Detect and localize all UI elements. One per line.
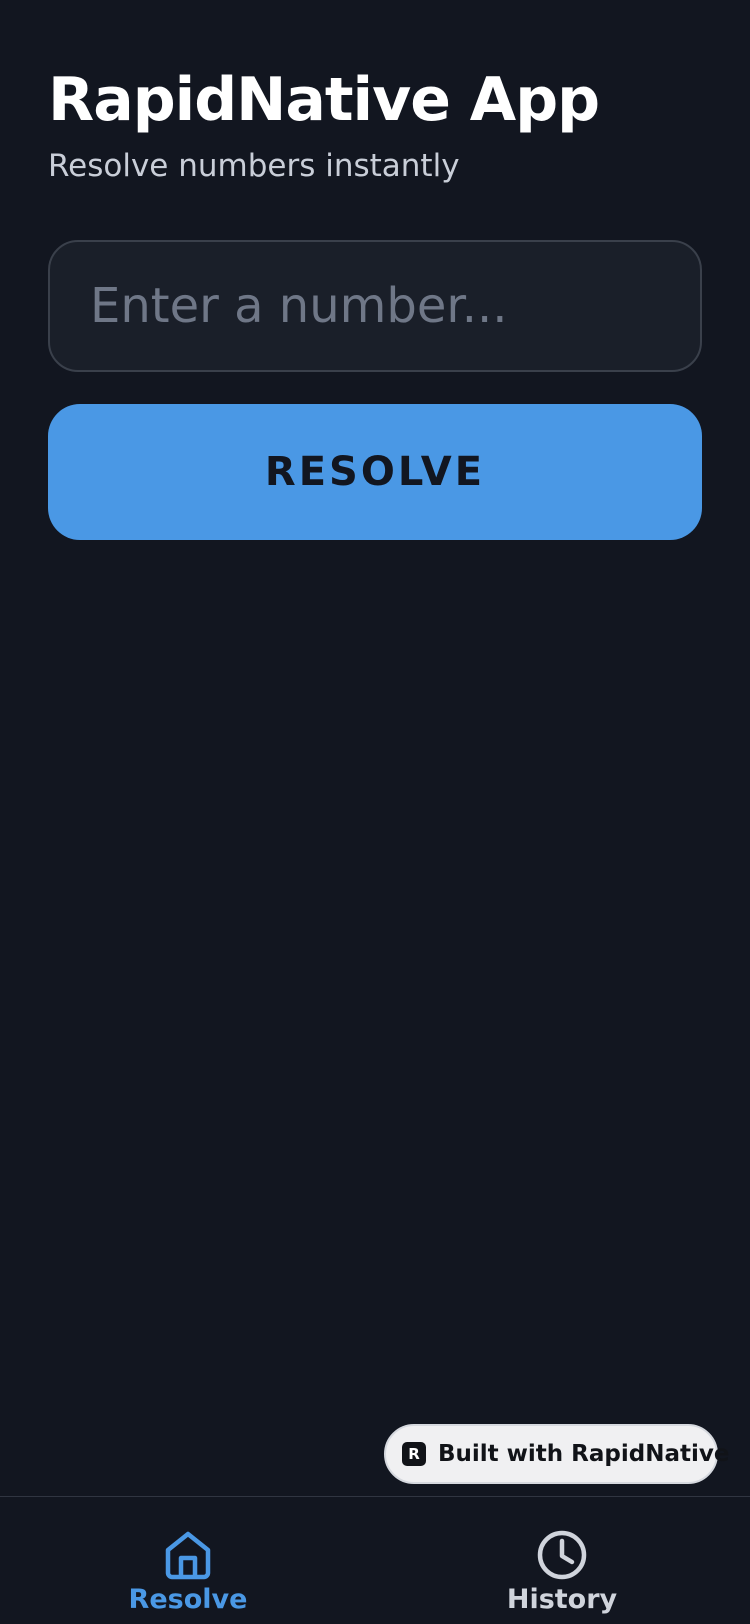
built-with-rapidnative-badge[interactable]: R Built with RapidNative — [384, 1424, 729, 1484]
badge-label: Built with RapidNative — [438, 1441, 730, 1467]
resolve-button[interactable]: RESOLVE — [48, 404, 702, 540]
tab-resolve-label: Resolve — [128, 1584, 248, 1615]
number-input[interactable] — [50, 242, 700, 370]
tab-resolve[interactable]: Resolve — [98, 1527, 278, 1624]
home-icon — [165, 1531, 211, 1580]
page-header: RapidNative App Resolve numbers instantl… — [48, 62, 702, 186]
number-input-container — [48, 240, 702, 372]
app-screen: RapidNative App Resolve numbers instantl… — [0, 0, 750, 1624]
clock-icon — [537, 1530, 587, 1580]
tab-history-label: History — [506, 1584, 618, 1615]
bottom-navigation: Resolve History — [0, 1496, 750, 1624]
page-subtitle: Resolve numbers instantly — [48, 148, 460, 184]
rapidnative-logo-icon: R — [402, 1442, 426, 1466]
page-title: RapidNative App — [48, 65, 600, 135]
tab-history[interactable]: History — [472, 1527, 652, 1624]
